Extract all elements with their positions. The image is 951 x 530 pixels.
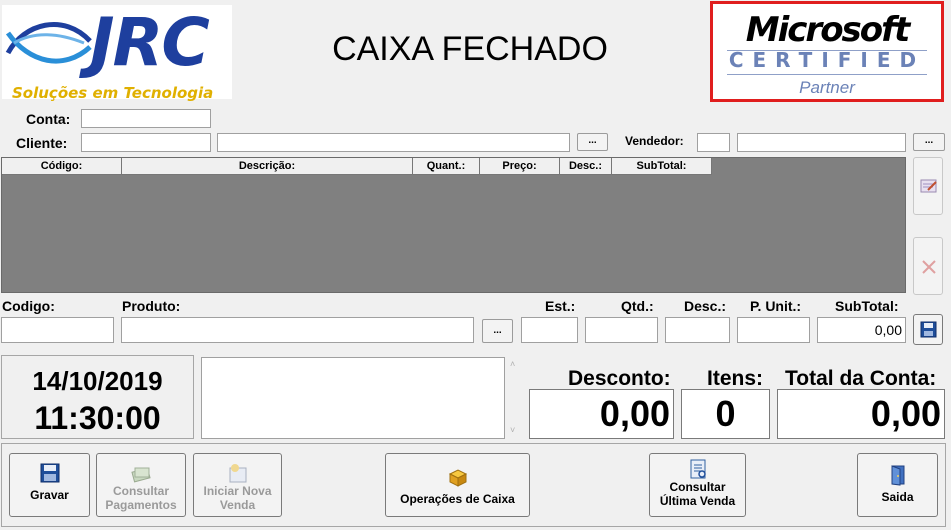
qtd-label: Qtd.: (621, 298, 654, 314)
money-icon (131, 467, 151, 483)
logo-brand: JRC (90, 4, 210, 81)
floppy-icon (920, 321, 937, 338)
page-title: CAIXA FECHADO (332, 30, 608, 68)
fish-logo-icon (5, 22, 92, 64)
operacoes-de-caixa-button[interactable]: Operações de Caixa (385, 453, 530, 517)
subtotal-input[interactable]: 0,00 (817, 317, 906, 343)
vendedor-name-input[interactable] (737, 133, 906, 152)
edit-item-button[interactable] (913, 157, 943, 215)
iniciar-nova-venda-button[interactable]: Iniciar Nova Venda (193, 453, 282, 517)
col-codigo[interactable]: Código: (2, 158, 122, 175)
operacoes-de-caixa-label: Operações de Caixa (400, 492, 515, 506)
desc-input[interactable] (665, 317, 730, 343)
message-textarea[interactable] (201, 357, 505, 439)
iniciar-nova-venda-label-2: Venda (219, 498, 256, 512)
cliente-name-input[interactable] (217, 133, 570, 152)
microsoft-partner-badge: Microsoft CERTIFIED Partner (710, 1, 944, 102)
clock-panel: 14/10/2019 11:30:00 (1, 355, 194, 439)
badge-partner: Partner (799, 78, 855, 97)
new-sale-icon (229, 464, 246, 483)
saida-button[interactable]: Saida (857, 453, 938, 517)
clock-time: 11:30:00 (34, 400, 161, 436)
itens-value: 0 (681, 389, 770, 439)
edit-icon (920, 179, 937, 193)
est-input[interactable] (521, 317, 578, 343)
col-subtotal[interactable]: SubTotal: (612, 158, 712, 175)
logo-tagline: Soluções em Tecnologia (12, 84, 214, 102)
exit-door-icon (891, 465, 904, 486)
scroll-down-icon[interactable]: ˅ (510, 425, 515, 435)
close-icon (922, 260, 936, 274)
save-item-button[interactable] (913, 314, 943, 345)
iniciar-nova-venda-label-1: Iniciar Nova (203, 484, 272, 498)
consultar-ultima-venda-label-1: Consultar (669, 480, 726, 494)
clock-date: 14/10/2019 (32, 366, 163, 396)
report-icon (690, 459, 706, 479)
produto-label: Produto: (122, 298, 181, 314)
consultar-pagamentos-button[interactable]: Consultar Pagamentos (96, 453, 186, 517)
saida-label: Saida (881, 490, 914, 504)
cliente-label: Cliente: (16, 135, 68, 151)
qtd-input[interactable] (585, 317, 658, 343)
punit-input[interactable] (737, 317, 810, 343)
itens-label: Itens: (707, 367, 764, 390)
desconto-label: Desconto: (568, 367, 671, 390)
produto-input[interactable] (121, 317, 474, 343)
subtotal-label: SubTotal: (835, 298, 899, 314)
consultar-pagamentos-label-1: Consultar (112, 484, 169, 498)
delete-item-button[interactable] (913, 237, 943, 295)
cliente-code-input[interactable] (81, 133, 211, 152)
cliente-search-button[interactable]: ... (577, 133, 608, 151)
consultar-ultima-venda-button[interactable]: Consultar Última Venda (649, 453, 746, 517)
vendedor-search-button[interactable]: ... (913, 133, 945, 151)
est-label: Est.: (545, 298, 576, 314)
badge-line-bottom (727, 74, 927, 75)
col-quant[interactable]: Quant.: (413, 158, 480, 175)
gravar-button[interactable]: Gravar (9, 453, 90, 517)
punit-label: P. Unit.: (750, 298, 802, 314)
desconto-value: 0,00 (529, 389, 674, 439)
vendedor-label: Vendedor: (625, 134, 684, 148)
message-scrollbar[interactable]: ˄ ˅ (508, 357, 520, 439)
vendedor-code-input[interactable] (697, 133, 730, 152)
gravar-label: Gravar (30, 488, 69, 502)
col-descricao[interactable]: Descrição: (122, 158, 413, 175)
conta-label: Conta: (26, 111, 71, 127)
total-value: 0,00 (777, 389, 945, 439)
consultar-ultima-venda-label-2: Última Venda (659, 494, 736, 508)
conta-input[interactable] (81, 109, 211, 128)
items-grid[interactable]: Código: Descrição: Quant.: Preço: Desc.:… (1, 157, 906, 293)
badge-certified: CERTIFIED (728, 48, 926, 72)
col-preco[interactable]: Preço: (480, 158, 560, 175)
badge-word: Microsoft (745, 10, 910, 50)
scroll-up-icon[interactable]: ˄ (510, 359, 515, 369)
codigo-label: Codigo: (2, 298, 55, 314)
codigo-input[interactable] (1, 317, 114, 343)
col-desc[interactable]: Desc.: (560, 158, 612, 175)
consultar-pagamentos-label-2: Pagamentos (105, 498, 177, 512)
total-label: Total da Conta: (785, 367, 937, 390)
floppy-icon (40, 463, 59, 483)
desc-label: Desc.: (684, 298, 727, 314)
box-icon (448, 469, 467, 487)
produto-search-button[interactable]: ... (482, 319, 513, 343)
jrc-logo: JRC Soluções em Tecnologia (2, 4, 232, 102)
